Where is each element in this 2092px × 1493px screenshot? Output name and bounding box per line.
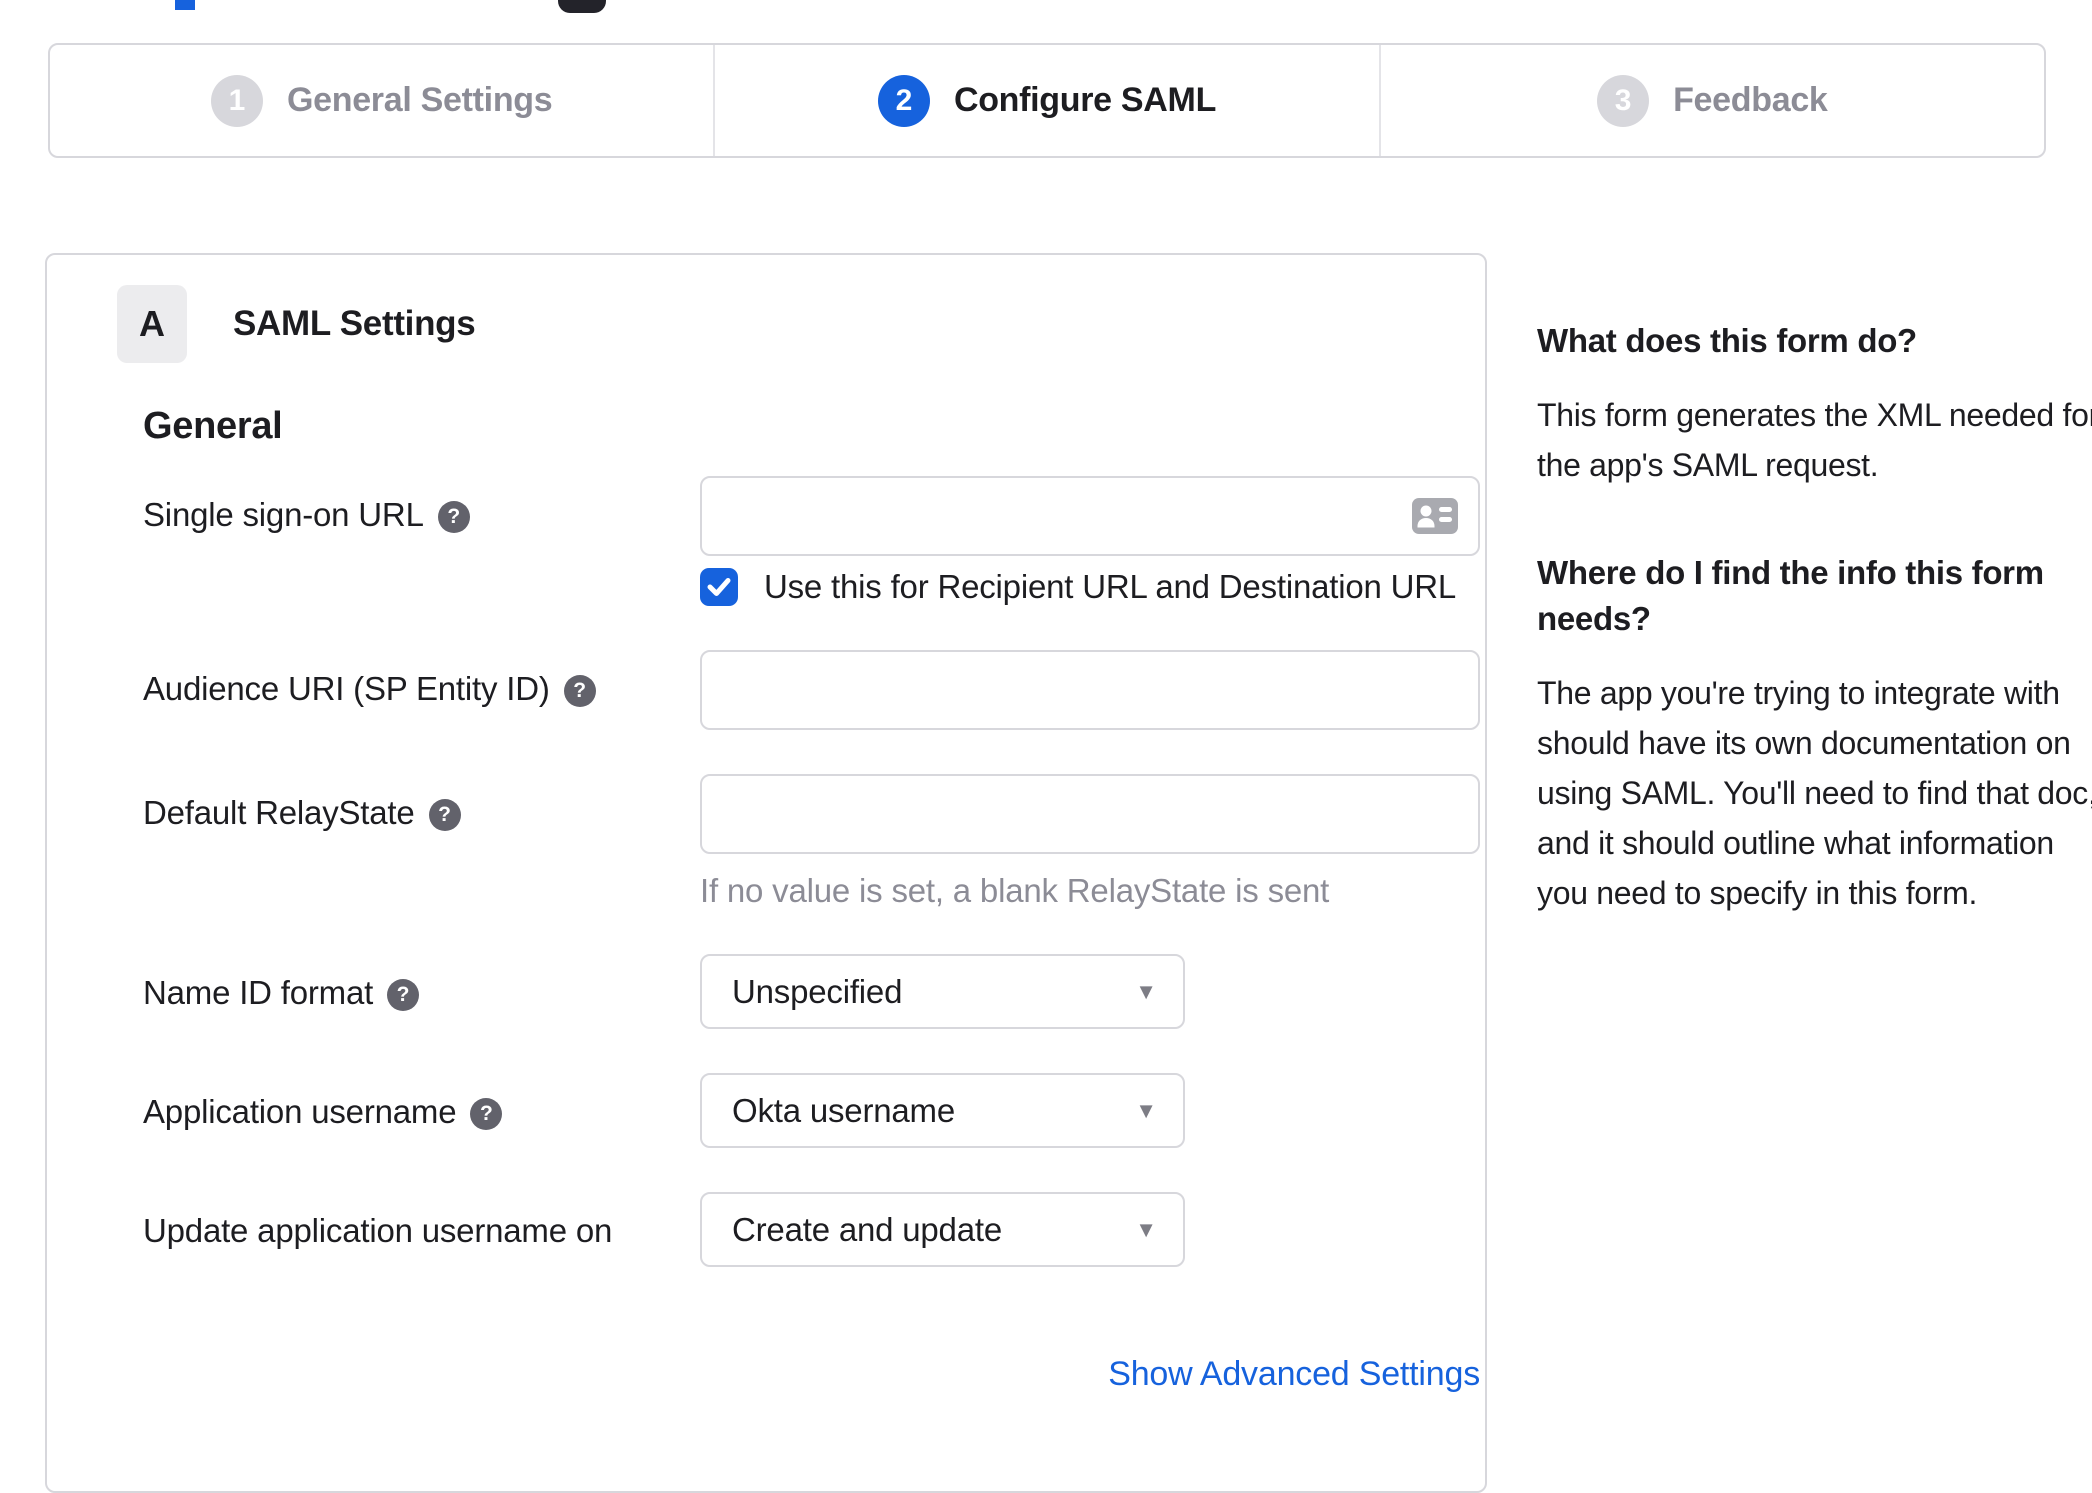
chevron-down-icon: ▼: [1135, 978, 1157, 1004]
step-feedback[interactable]: 3 Feedback: [1378, 45, 2044, 156]
step-label: Configure SAML: [953, 81, 1217, 119]
help-icon[interactable]: ?: [563, 675, 596, 707]
help-icon[interactable]: ?: [428, 799, 461, 831]
recipient-url-checkbox-label: Use this for Recipient URL and Destinati…: [764, 568, 1457, 605]
name-id-format-label: Name ID format: [143, 974, 374, 1011]
saml-form: Single sign-on URL? Use this for Recipie…: [143, 476, 1485, 1394]
sso-url-input-wrap: [700, 476, 1480, 556]
card-header: A SAML Settings: [117, 285, 1485, 363]
step-general-settings[interactable]: 1 General Settings: [50, 45, 713, 156]
chevron-down-icon: ▼: [1135, 1216, 1157, 1242]
relay-state-input[interactable]: [700, 774, 1480, 854]
field-label-cell: Audience URI (SP Entity ID)?: [143, 650, 700, 730]
step-configure-saml[interactable]: 2 Configure SAML: [713, 45, 1378, 156]
clipped-blue-logo-fragment: [175, 0, 195, 10]
sso-url-input[interactable]: [700, 476, 1480, 556]
field-control-cell: Create and update ▼: [700, 1192, 1480, 1267]
field-control-cell: If no value is set, a blank RelayState i…: [700, 774, 1480, 910]
checkmark-icon: [707, 578, 731, 596]
audience-uri-input-wrap: [700, 650, 1480, 730]
name-id-format-select[interactable]: Unspecified ▼: [700, 954, 1185, 1029]
field-row-sso-url: Single sign-on URL? Use this for Recipie…: [143, 476, 1485, 606]
field-label-cell: Update application username on: [143, 1192, 700, 1267]
general-section-title: General: [143, 405, 283, 447]
sso-url-label: Single sign-on URL: [143, 496, 424, 533]
field-row-relay-state: Default RelayState? If no value is set, …: [143, 774, 1485, 910]
show-advanced-settings-link[interactable]: Show Advanced Settings: [1108, 1355, 1480, 1393]
step-number-badge: 3: [1597, 74, 1650, 127]
help-icon[interactable]: ?: [437, 501, 470, 533]
field-row-app-username: Application username? Okta username ▼: [143, 1073, 1485, 1148]
step-number-badge: 1: [210, 74, 263, 127]
field-control-cell: [700, 650, 1480, 730]
select-value: Create and update: [732, 1210, 1002, 1248]
relay-state-hint: If no value is set, a blank RelayState i…: [700, 872, 1330, 909]
relay-state-input-wrap: [700, 774, 1480, 854]
relay-state-label: Default RelayState: [143, 794, 415, 831]
select-value: Unspecified: [732, 972, 903, 1010]
step-number-badge: 2: [877, 74, 930, 127]
app-username-label: Application username: [143, 1093, 457, 1130]
select-value: Okta username: [732, 1091, 956, 1129]
saml-settings-card: A SAML Settings General Single sign-on U…: [45, 253, 1487, 1493]
app-username-select[interactable]: Okta username ▼: [700, 1073, 1185, 1148]
field-label-cell: Application username?: [143, 1073, 700, 1148]
recipient-url-checkbox-row: Use this for Recipient URL and Destinati…: [700, 568, 1480, 606]
field-label-cell: Name ID format?: [143, 954, 700, 1029]
field-label-cell: Default RelayState?: [143, 774, 700, 910]
clipped-dark-icon-fragment: [558, 0, 606, 13]
update-username-select[interactable]: Create and update ▼: [700, 1192, 1185, 1267]
field-row-name-id-format: Name ID format? Unspecified ▼: [143, 954, 1485, 1029]
field-row-update-username: Update application username on Create an…: [143, 1192, 1485, 1267]
chevron-down-icon: ▼: [1135, 1097, 1157, 1123]
sidebar-body-where: The app you're trying to integrate with …: [1537, 675, 2092, 911]
update-username-label: Update application username on: [143, 1212, 613, 1249]
step-label: General Settings: [286, 81, 553, 119]
contact-card-icon[interactable]: [1412, 498, 1458, 534]
sidebar-heading-what: What does this form do?: [1537, 322, 1917, 359]
wizard-stepper: 1 General Settings 2 Configure SAML 3 Fe…: [48, 43, 2046, 158]
audience-uri-label: Audience URI (SP Entity ID): [143, 670, 550, 707]
field-control-cell: Okta username ▼: [700, 1073, 1480, 1148]
card-title: SAML Settings: [233, 304, 476, 343]
field-control-cell: Unspecified ▼: [700, 954, 1480, 1029]
help-sidebar: What does this form do? This form genera…: [1537, 318, 2092, 978]
field-row-audience-uri: Audience URI (SP Entity ID)?: [143, 650, 1485, 730]
step-label: Feedback: [1673, 81, 1828, 119]
help-icon[interactable]: ?: [470, 1098, 503, 1130]
section-letter-badge: A: [117, 285, 187, 363]
sidebar-body-what: This form generates the XML needed for t…: [1537, 397, 2092, 483]
sidebar-heading-where: Where do I find the info this form needs…: [1537, 554, 2044, 637]
recipient-url-checkbox[interactable]: [700, 568, 738, 606]
field-label-cell: Single sign-on URL?: [143, 476, 700, 606]
audience-uri-input[interactable]: [700, 650, 1480, 730]
advanced-settings-row: Show Advanced Settings: [143, 1355, 1480, 1394]
help-icon[interactable]: ?: [387, 979, 420, 1011]
field-control-cell: Use this for Recipient URL and Destinati…: [700, 476, 1480, 606]
